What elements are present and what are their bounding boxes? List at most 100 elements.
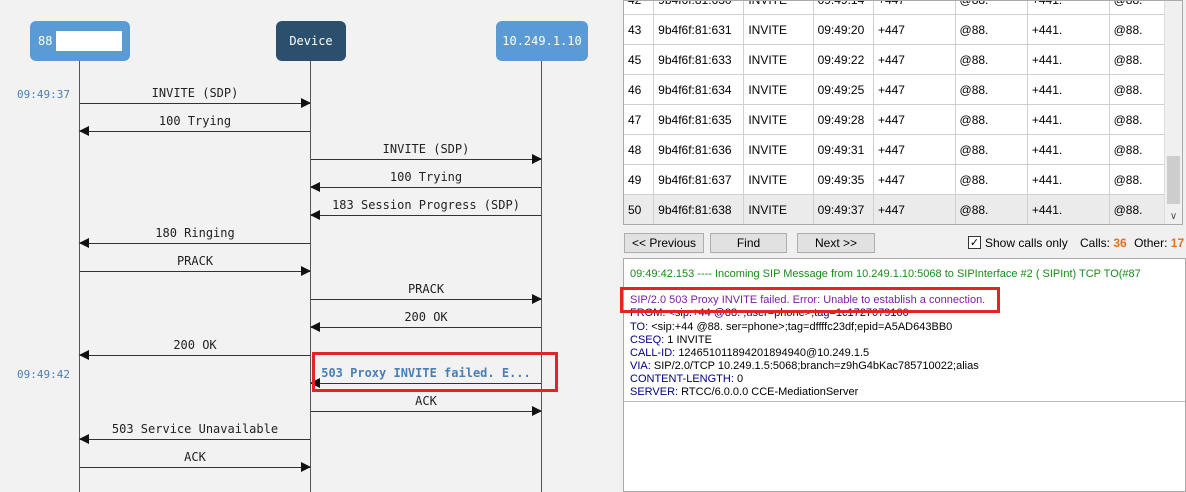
table-cell: +441. bbox=[1027, 104, 1110, 135]
device-node[interactable]: Device bbox=[276, 21, 346, 61]
table-cell: @88. bbox=[955, 14, 1028, 45]
message-arrow[interactable]: 200 OK bbox=[79, 338, 310, 360]
table-cell: 09:49:25 bbox=[813, 74, 874, 105]
message-arrow[interactable]: ACK bbox=[80, 450, 311, 472]
table-cell: +441. bbox=[1027, 44, 1110, 75]
table-cell: +447 bbox=[873, 44, 956, 75]
message-arrow[interactable]: 100 Trying bbox=[310, 170, 541, 192]
table-cell: 9b4f6f:81:634 bbox=[653, 74, 745, 105]
table-cell: +441. bbox=[1027, 14, 1110, 45]
table-cell: INVITE bbox=[743, 194, 814, 224]
detail-header: 09:49:42.153 ---- Incoming SIP Message f… bbox=[630, 268, 1141, 280]
sip-ladder-diagram: 88 Device 10.249.1.10 09:49:37 09:49:42 … bbox=[0, 0, 620, 492]
table-cell: INVITE bbox=[743, 134, 814, 165]
table-row[interactable]: 45 9b4f6f:81:633 INVITE 09:49:22 +447 @88. +44… bbox=[624, 44, 1182, 75]
message-label: ACK bbox=[415, 394, 437, 408]
table-row[interactable]: 46 9b4f6f:81:634 INVITE 09:49:25 +447 @88. +44… bbox=[624, 74, 1182, 105]
calls-table[interactable]: 429b4f6f:81:630INVITE09:49:14+447@88.+44… bbox=[623, 0, 1183, 225]
message-label: INVITE (SDP) bbox=[382, 142, 470, 156]
table-cell: 9b4f6f:81:635 bbox=[653, 104, 745, 135]
message-arrow[interactable]: INVITE (SDP) bbox=[80, 86, 311, 108]
table-cell: 09:49:31 bbox=[813, 134, 874, 165]
calls-table-grid: 429b4f6f:81:630INVITE09:49:14+447@88.+44… bbox=[624, 1, 1182, 224]
table-row[interactable]: 429b4f6f:81:630INVITE09:49:14+447@88.+44… bbox=[624, 1, 1182, 15]
vertical-scrollbar[interactable]: ∨ bbox=[1164, 1, 1182, 224]
device-label: Device bbox=[289, 34, 333, 48]
table-row[interactable]: 43 9b4f6f:81:631 INVITE 09:49:20 +447 @88. +44… bbox=[624, 14, 1182, 45]
table-cell: +447 bbox=[873, 194, 956, 224]
message-label: 200 OK bbox=[173, 338, 217, 352]
message-label: 100 Trying bbox=[158, 114, 232, 128]
scroll-down-icon[interactable]: ∨ bbox=[1165, 211, 1182, 222]
redacted-mask bbox=[56, 31, 123, 51]
right-panel: 429b4f6f:81:630INVITE09:49:14+447@88.+44… bbox=[620, 0, 1186, 492]
table-cell: INVITE bbox=[743, 74, 814, 105]
table-cell: @88. bbox=[955, 44, 1028, 75]
other-label: Other: bbox=[1134, 236, 1168, 250]
table-cell: 9b4f6f:81:637 bbox=[653, 164, 745, 195]
calls-count: 36 bbox=[1113, 236, 1127, 250]
message-label: PRACK bbox=[407, 282, 445, 296]
highlight-box bbox=[312, 352, 558, 392]
message-arrow[interactable]: 503 Service Unavailable bbox=[79, 422, 310, 444]
endpoint-node-a[interactable]: 88 bbox=[30, 21, 130, 61]
table-cell: @88. bbox=[955, 164, 1028, 195]
detail-callid-key: CALL-ID: bbox=[630, 347, 676, 359]
detail-content-length-value: 0 bbox=[736, 373, 744, 385]
message-label: 503 Service Unavailable bbox=[111, 422, 279, 436]
message-arrow[interactable]: INVITE (SDP) bbox=[311, 142, 542, 164]
detail-cseq-value: 1 INVITE bbox=[667, 334, 712, 346]
detail-server-value: RTCC/6.0.0.0 CCE-MediationServer bbox=[681, 386, 859, 398]
message-arrow[interactable]: ACK bbox=[311, 394, 542, 416]
table-cell: +441. bbox=[1027, 1, 1110, 15]
message-label: 180 Ringing bbox=[155, 226, 235, 240]
table-cell: 09:49:37 bbox=[813, 194, 874, 224]
detail-divider bbox=[624, 401, 1185, 402]
table-cell: INVITE bbox=[743, 1, 814, 15]
detail-via-value: SIP/2.0/TCP 10.249.1.5:5068;branch=z9hG4… bbox=[653, 360, 979, 372]
message-arrow[interactable]: 183 Session Progress (SDP) bbox=[310, 198, 541, 220]
message-arrow[interactable]: PRACK bbox=[80, 254, 311, 276]
scrollbar-thumb[interactable] bbox=[1167, 156, 1180, 204]
message-arrow[interactable]: 200 OK bbox=[310, 310, 541, 332]
detail-content-length-key: CONTENT-LENGTH: bbox=[630, 373, 734, 385]
table-cell: 42 bbox=[624, 1, 655, 15]
message-arrow[interactable]: 180 Ringing bbox=[79, 226, 310, 248]
detail-to-value: <sip:+44 @88. ser=phone>;tag=dffffc23df;… bbox=[651, 321, 953, 333]
show-calls-only-checkbox[interactable]: ✓ bbox=[968, 236, 981, 249]
endpoint-node-c[interactable]: 10.249.1.10 bbox=[496, 21, 588, 61]
endpoint-a-label: 88 bbox=[38, 34, 53, 48]
table-cell: 45 bbox=[624, 44, 655, 75]
table-row[interactable]: 50 9b4f6f:81:638 INVITE 09:49:37 +447 @88. +44… bbox=[624, 194, 1182, 224]
table-cell: 48 bbox=[624, 134, 655, 165]
message-label: PRACK bbox=[176, 254, 214, 268]
detail-cseq-key: CSEQ: bbox=[630, 334, 665, 346]
other-count: 17 bbox=[1170, 236, 1185, 250]
message-label: 183 Session Progress (SDP) bbox=[332, 198, 520, 212]
table-cell: 49 bbox=[624, 164, 655, 195]
table-cell: 9b4f6f:81:630 bbox=[653, 1, 745, 15]
table-cell: INVITE bbox=[743, 104, 814, 135]
table-cell: 9b4f6f:81:633 bbox=[653, 44, 745, 75]
message-arrow[interactable]: PRACK bbox=[311, 282, 542, 304]
lifeline-c bbox=[541, 61, 542, 492]
detail-via-key: VIA: bbox=[630, 360, 651, 372]
calls-label: Calls: bbox=[1080, 236, 1111, 250]
next-button[interactable]: Next >> bbox=[797, 233, 875, 253]
table-cell: 9b4f6f:81:636 bbox=[653, 134, 745, 165]
find-button[interactable]: Find bbox=[710, 233, 787, 253]
table-cell: +447 bbox=[873, 104, 956, 135]
table-row[interactable]: 47 9b4f6f:81:635 INVITE 09:49:28 +447 @88. +44… bbox=[624, 104, 1182, 135]
detail-to-key: TO: bbox=[630, 321, 649, 333]
message-arrow[interactable]: 100 Trying bbox=[79, 114, 310, 136]
show-calls-only-label: Show calls only bbox=[985, 236, 1068, 250]
table-row[interactable]: 49 9b4f6f:81:637 INVITE 09:49:35 +447 @88. +44… bbox=[624, 164, 1182, 195]
table-cell: 09:49:20 bbox=[813, 14, 874, 45]
table-cell: INVITE bbox=[743, 164, 814, 195]
endpoint-c-label: 10.249.1.10 bbox=[502, 34, 582, 48]
message-label: 100 Trying bbox=[389, 170, 463, 184]
previous-button[interactable]: << Previous bbox=[624, 233, 704, 253]
table-cell: 9b4f6f:81:631 bbox=[653, 14, 745, 45]
table-cell: 46 bbox=[624, 74, 655, 105]
table-row[interactable]: 48 9b4f6f:81:636 INVITE 09:49:31 +447 @88. +44… bbox=[624, 134, 1182, 165]
